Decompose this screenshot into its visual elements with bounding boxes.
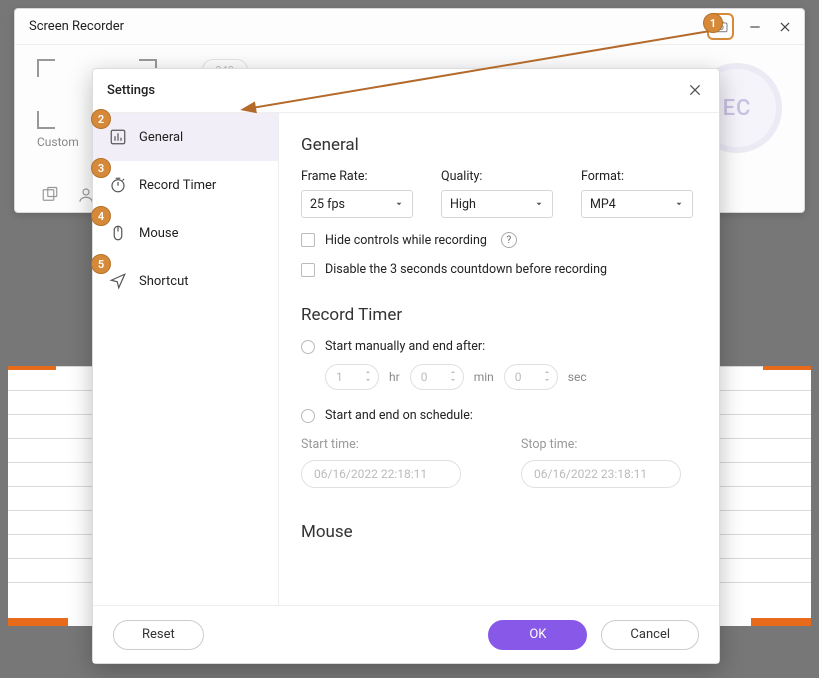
seconds-input[interactable]: 0 [504,364,558,390]
titlebar: Screen Recorder [15,9,804,45]
chevron-down-icon [394,199,404,209]
annotation-badge-3: 3 [91,158,111,178]
minimize-button[interactable] [746,18,764,36]
format-select[interactable]: MP4 [581,190,693,218]
settings-header: Settings [93,69,719,113]
annotation-badge-4: 4 [91,206,111,226]
hours-input[interactable]: 1 [325,364,379,390]
send-icon [109,272,127,290]
hr-unit: hr [389,370,400,384]
window-title: Screen Recorder [29,19,124,34]
chevron-down-icon [674,199,684,209]
cancel-button[interactable]: Cancel [601,620,699,650]
settings-sidebar: General Record Timer Mouse Shortcut [93,113,279,605]
manual-end-label: Start manually and end after: [325,339,485,354]
bars-icon [109,128,127,146]
close-icon [687,82,703,98]
frame-rate-label: Frame Rate: [301,169,413,184]
help-icon[interactable]: ? [501,232,517,248]
sidebar-item-label: Mouse [139,226,179,241]
schedule-radio[interactable] [301,409,315,423]
general-heading: General [301,135,697,155]
stop-time-input[interactable]: 06/16/2022 23:18:11 [521,460,681,488]
chevron-down-icon [534,199,544,209]
settings-close-button[interactable] [687,82,705,100]
mouse-icon [109,224,127,242]
sidebar-item-record-timer[interactable]: Record Timer [93,161,278,209]
schedule-label: Start and end on schedule: [325,408,473,423]
minutes-input[interactable]: 0 [410,364,464,390]
annotation-badge-2: 2 [91,109,111,129]
sidebar-item-mouse[interactable]: Mouse [93,209,278,257]
sidebar-item-label: Record Timer [139,178,216,193]
annotation-badge-5: 5 [91,254,111,274]
sidebar-item-label: Shortcut [139,274,189,289]
close-button[interactable] [776,18,794,36]
disable-countdown-label: Disable the 3 seconds countdown before r… [325,262,607,277]
sidebar-item-shortcut[interactable]: Shortcut [93,257,278,305]
stop-time-label: Stop time: [521,437,681,452]
sidebar-item-label: General [139,130,183,145]
hide-controls-checkbox[interactable] [301,233,315,247]
mouse-heading: Mouse [301,522,697,542]
hide-controls-label: Hide controls while recording [325,233,487,248]
annotation-badge-1: 1 [703,13,723,33]
settings-title: Settings [107,83,155,98]
settings-footer: Reset OK Cancel [93,605,719,663]
record-timer-heading: Record Timer [301,305,697,325]
stopwatch-icon [109,176,127,194]
reset-button[interactable]: Reset [113,620,204,650]
minimize-icon [748,20,762,34]
start-time-label: Start time: [301,437,461,452]
close-icon [778,20,792,34]
settings-content: General Frame Rate: 25 fps Quality: High [279,113,719,605]
manual-end-radio[interactable] [301,340,315,354]
settings-dialog: Settings General Record Timer Mouse Shor… [92,68,720,664]
format-label: Format: [581,169,693,184]
quality-label: Quality: [441,169,553,184]
capture-icon[interactable] [41,186,59,204]
ok-button[interactable]: OK [488,620,587,650]
disable-countdown-checkbox[interactable] [301,263,315,277]
frame-rate-select[interactable]: 25 fps [301,190,413,218]
sidebar-item-general[interactable]: General [93,113,278,161]
quality-select[interactable]: High [441,190,553,218]
min-unit: min [474,370,494,384]
start-time-input[interactable]: 06/16/2022 22:18:11 [301,460,461,488]
sec-unit: sec [568,370,587,384]
